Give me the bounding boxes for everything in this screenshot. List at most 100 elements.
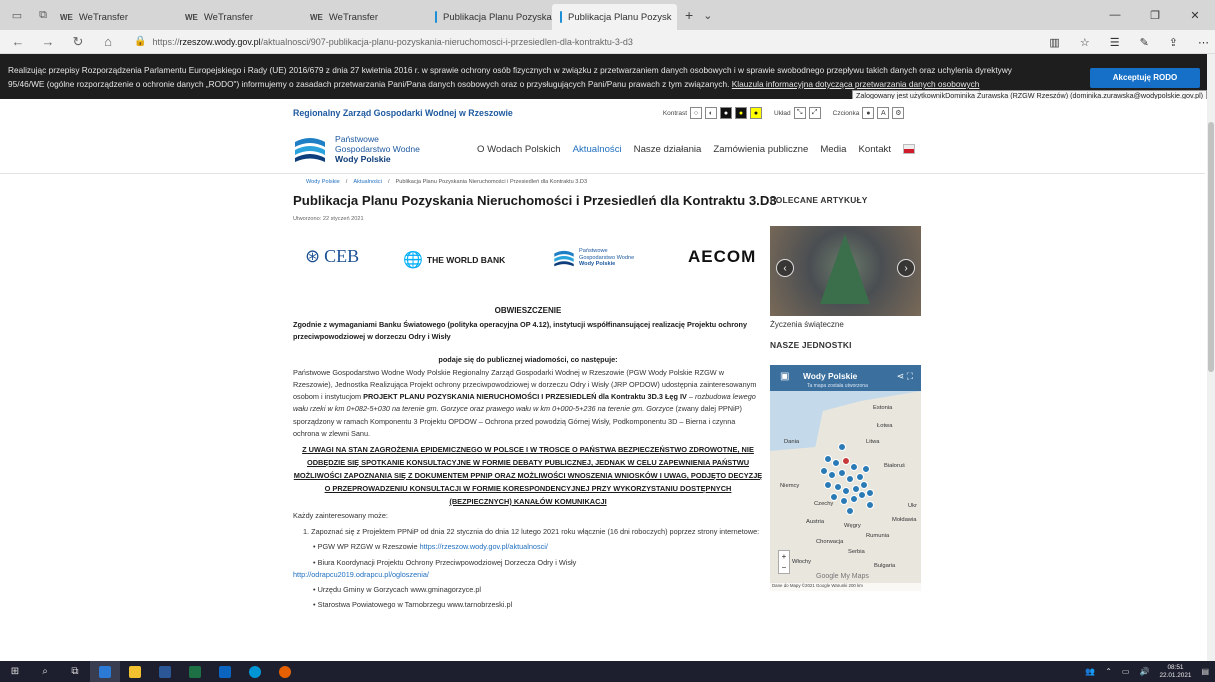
map-zoom-controls[interactable]: + −: [778, 550, 790, 574]
lock-icon[interactable]: 🔒: [134, 36, 146, 47]
windows-start-icon[interactable]: ⊞: [0, 661, 30, 682]
firefox-icon[interactable]: [270, 661, 300, 682]
odrapcu-link[interactable]: http://odrapcu2019.odrapcu.pl/ogloszenia…: [293, 569, 763, 581]
clock[interactable]: 08:51 22.01.2021: [1159, 664, 1191, 679]
share-icon[interactable]: ⋖ ⛶: [897, 371, 913, 382]
tab-wetransfer-2[interactable]: WE WeTransfer: [177, 4, 302, 30]
map-marker[interactable]: [832, 459, 840, 467]
carousel-prev-icon[interactable]: ‹: [776, 259, 794, 277]
back-icon[interactable]: ←: [6, 34, 30, 49]
map-marker[interactable]: [858, 491, 866, 499]
refresh-icon[interactable]: ↻: [66, 34, 90, 50]
contrast-default-icon[interactable]: ○: [690, 107, 703, 119]
map-marker[interactable]: [850, 463, 858, 471]
home-icon[interactable]: ⌂: [96, 34, 120, 49]
site-header: Państwowe Gospodarstwo Wodne Wody Polski…: [293, 129, 919, 169]
breadcrumb-home[interactable]: Wody Polskie: [306, 179, 340, 185]
nav-aktualnosci[interactable]: Aktualności: [573, 144, 622, 155]
network-icon[interactable]: ▭: [1122, 667, 1130, 676]
forward-icon[interactable]: →: [36, 34, 60, 49]
map-marker[interactable]: [846, 475, 854, 483]
tab-wetransfer-3[interactable]: WE WeTransfer: [302, 4, 427, 30]
minimize-icon[interactable]: —: [1095, 0, 1135, 30]
map-marker[interactable]: [862, 465, 870, 473]
share-icon[interactable]: ⇪: [1169, 36, 1178, 49]
notifications-icon[interactable]: ▤: [1201, 667, 1209, 676]
favorites-list-icon[interactable]: ☰: [1110, 36, 1120, 49]
edge-browser-icon[interactable]: [90, 661, 120, 682]
map-marker[interactable]: [838, 443, 846, 451]
nav-o-wodach[interactable]: O Wodach Polskich: [477, 144, 561, 155]
featured-caption[interactable]: Życzenia świąteczne: [770, 320, 844, 329]
map-marker[interactable]: [846, 507, 854, 515]
contrast-dark-icon[interactable]: ●: [720, 107, 733, 119]
map-marker[interactable]: [842, 457, 850, 465]
search-icon[interactable]: ⌕: [30, 661, 60, 682]
maximize-icon[interactable]: ❐: [1135, 0, 1175, 30]
nav-zamowienia[interactable]: Zamówienia publiczne: [713, 144, 808, 155]
map-marker[interactable]: [820, 467, 828, 475]
map-marker[interactable]: [842, 487, 850, 495]
map-marker[interactable]: [856, 473, 864, 481]
nav-nasze-dzialania[interactable]: Nasze działania: [634, 144, 702, 155]
word-icon[interactable]: [150, 661, 180, 682]
outlook-icon[interactable]: [210, 661, 240, 682]
map-panel-icon[interactable]: ▣: [780, 371, 789, 382]
hp-icon[interactable]: [240, 661, 270, 682]
new-tab-icon[interactable]: +: [685, 7, 693, 23]
map-label-austria: Austria: [806, 519, 825, 525]
map-marker[interactable]: [860, 481, 868, 489]
featured-image[interactable]: ‹ ›: [770, 226, 921, 316]
close-window-icon[interactable]: ✕: [1175, 0, 1215, 30]
map-marker[interactable]: [828, 471, 836, 479]
units-map[interactable]: ▣ Wody Polskie Ta mapa została utworzona…: [770, 365, 921, 591]
breadcrumb-section[interactable]: Aktualności: [353, 179, 382, 185]
scrollbar-thumb[interactable]: [1208, 122, 1214, 372]
font-small-icon[interactable]: ●: [862, 107, 875, 119]
show-hidden-icons-icon[interactable]: ⌃: [1105, 667, 1112, 676]
font-settings-icon[interactable]: ⚙: [892, 107, 905, 119]
pen-icon[interactable]: ✎: [1140, 36, 1149, 49]
url-field[interactable]: 🔒 https://rzeszow.wody.gov.pl/aktualnosc…: [134, 32, 633, 52]
accept-rodo-button[interactable]: Akceptuję RODO: [1090, 68, 1200, 88]
map-marker[interactable]: [866, 489, 874, 497]
rodo-clause-link[interactable]: Klauzula informacyjna dotycząca przetwar…: [732, 79, 980, 89]
task-view-icon[interactable]: ⧉: [60, 661, 90, 682]
font-large-icon[interactable]: A: [877, 107, 890, 119]
pgw-link[interactable]: https://rzeszow.wody.gov.pl/aktualnosci/: [420, 542, 548, 551]
contrast-yellow-icon[interactable]: ●: [750, 107, 763, 119]
favorite-star-icon[interactable]: ☆: [1080, 36, 1090, 49]
contrast-dark-yellow-icon[interactable]: ●: [735, 107, 748, 119]
map-marker[interactable]: [850, 495, 858, 503]
nav-kontakt[interactable]: Kontakt: [858, 144, 891, 155]
map-marker[interactable]: [830, 493, 838, 501]
polish-flag-icon[interactable]: [903, 144, 915, 154]
layout-narrow-icon[interactable]: ⤡: [793, 107, 806, 119]
page-scrollbar[interactable]: [1207, 54, 1215, 661]
map-marker[interactable]: [824, 481, 832, 489]
contrast-grey-icon[interactable]: ◐: [705, 107, 718, 119]
tab-actions-icon[interactable]: ▭: [8, 8, 26, 22]
excel-icon[interactable]: [180, 661, 210, 682]
volume-icon[interactable]: 🔊: [1139, 667, 1149, 676]
map-marker[interactable]: [838, 469, 846, 477]
map-marker[interactable]: [834, 483, 842, 491]
pgw-logo[interactable]: Państwowe Gospodarstwo Wodne Wody Polski…: [293, 134, 420, 164]
set-aside-tabs-icon[interactable]: ⧉: [34, 8, 52, 22]
tab-publikacja-active[interactable]: Publikacja Planu Pozysk✕: [552, 4, 677, 30]
org-name[interactable]: Regionalny Zarząd Gospodarki Wodnej w Rz…: [293, 108, 513, 118]
map-marker[interactable]: [866, 501, 874, 509]
layout-wide-icon[interactable]: ⤢: [808, 107, 821, 119]
map-marker[interactable]: [840, 497, 848, 505]
nav-media[interactable]: Media: [820, 144, 846, 155]
tab-wetransfer-1[interactable]: WE WeTransfer: [52, 4, 177, 30]
people-icon[interactable]: 👥: [1085, 667, 1095, 676]
chevron-down-icon[interactable]: ⌄: [703, 9, 712, 22]
reading-view-icon[interactable]: ▥: [1049, 36, 1059, 49]
more-icon[interactable]: ⋯: [1198, 36, 1209, 49]
map-marker[interactable]: [824, 455, 832, 463]
carousel-next-icon[interactable]: ›: [897, 259, 915, 277]
world-bank-logo-text: THE WORLD BANK: [426, 255, 506, 265]
tab-publikacja-1[interactable]: Publikacja Planu Pozyskania: [427, 4, 552, 30]
file-explorer-icon[interactable]: [120, 661, 150, 682]
